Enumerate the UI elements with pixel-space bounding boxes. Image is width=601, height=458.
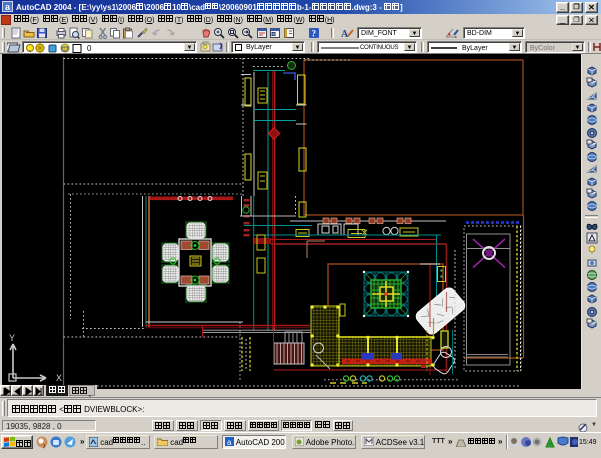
svg-text:Y: Y [9, 333, 15, 343]
svg-text:X: X [56, 373, 62, 383]
svg-text:a: a [227, 438, 232, 446]
svg-text:A: A [341, 29, 349, 39]
svg-text:?: ? [312, 29, 317, 39]
